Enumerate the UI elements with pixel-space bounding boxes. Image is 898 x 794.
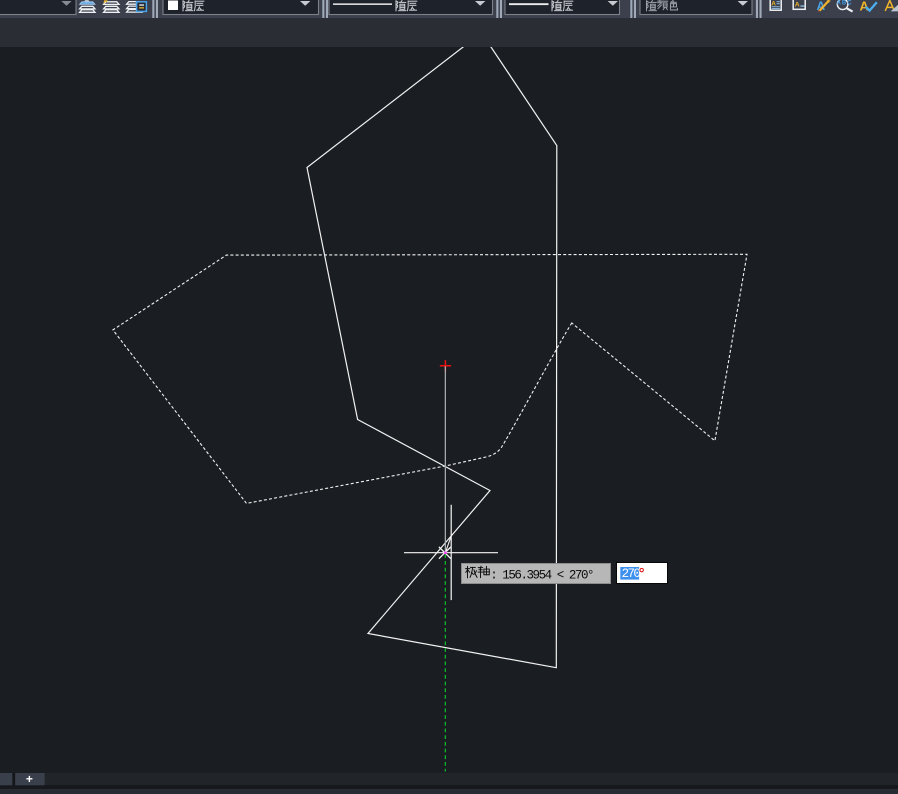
svg-text:A: A [860,0,870,13]
svg-text:: 156.3954 < 270°: : 156.3954 < 270° [491,568,594,582]
svg-text:ABC: ABC [837,0,853,6]
svg-text:A: A [795,2,800,9]
svg-text:+: + [26,773,33,786]
svg-text:270: 270 [622,567,641,581]
